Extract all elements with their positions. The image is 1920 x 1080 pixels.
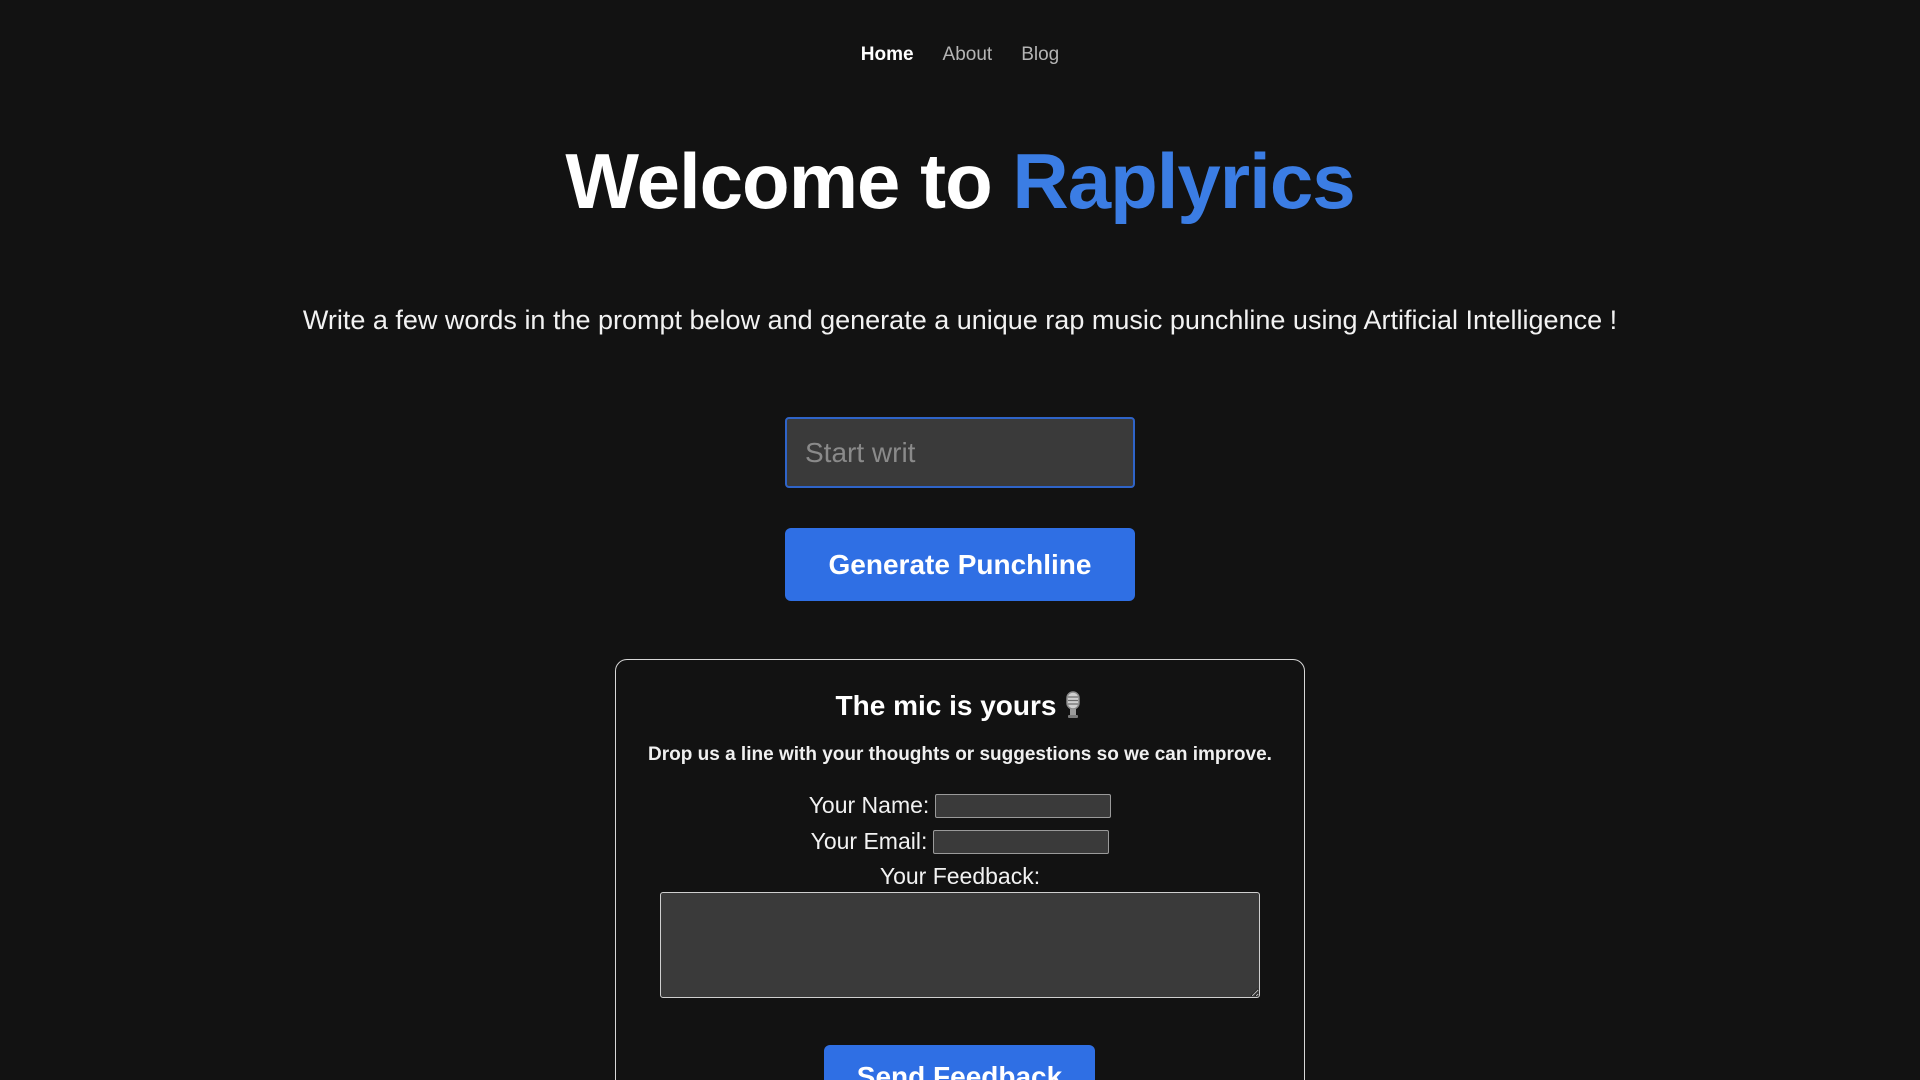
email-field-row: Your Email: — [616, 828, 1304, 855]
feedback-description: Drop us a line with your thoughts or sug… — [648, 744, 1272, 765]
page-title: Welcome to Raplyrics — [0, 136, 1920, 226]
name-field-row: Your Name: — [616, 792, 1304, 819]
top-nav: Home About Blog — [0, 44, 1920, 66]
name-label: Your Name: — [808, 792, 930, 818]
nav-item-about[interactable]: About — [943, 44, 993, 66]
send-feedback-button[interactable]: Send Feedback — [824, 1045, 1095, 1080]
name-input[interactable] — [935, 793, 1112, 818]
feedback-textarea[interactable] — [660, 892, 1260, 998]
email-input[interactable] — [933, 829, 1110, 854]
email-label: Your Email: — [810, 828, 928, 854]
title-prefix: Welcome to — [565, 137, 1013, 225]
feedback-card: The mic is yours Drop us a line with you… — [615, 659, 1305, 1080]
prompt-input[interactable] — [785, 417, 1135, 488]
page-subtitle: Write a few words in the prompt below an… — [302, 305, 1618, 335]
generate-punchline-button[interactable]: Generate Punchline — [785, 528, 1135, 601]
nav-item-home[interactable]: Home — [861, 44, 914, 66]
microphone-icon — [1062, 691, 1084, 726]
feedback-title-text: The mic is yours — [835, 690, 1057, 721]
feedback-label: Your Feedback: — [879, 863, 1041, 889]
feedback-title: The mic is yours — [616, 690, 1304, 726]
brand-name: Raplyrics — [1012, 137, 1355, 225]
page: Home About Blog Welcome to Raplyrics Wri… — [0, 0, 1920, 1080]
nav-item-blog[interactable]: Blog — [1021, 44, 1059, 66]
